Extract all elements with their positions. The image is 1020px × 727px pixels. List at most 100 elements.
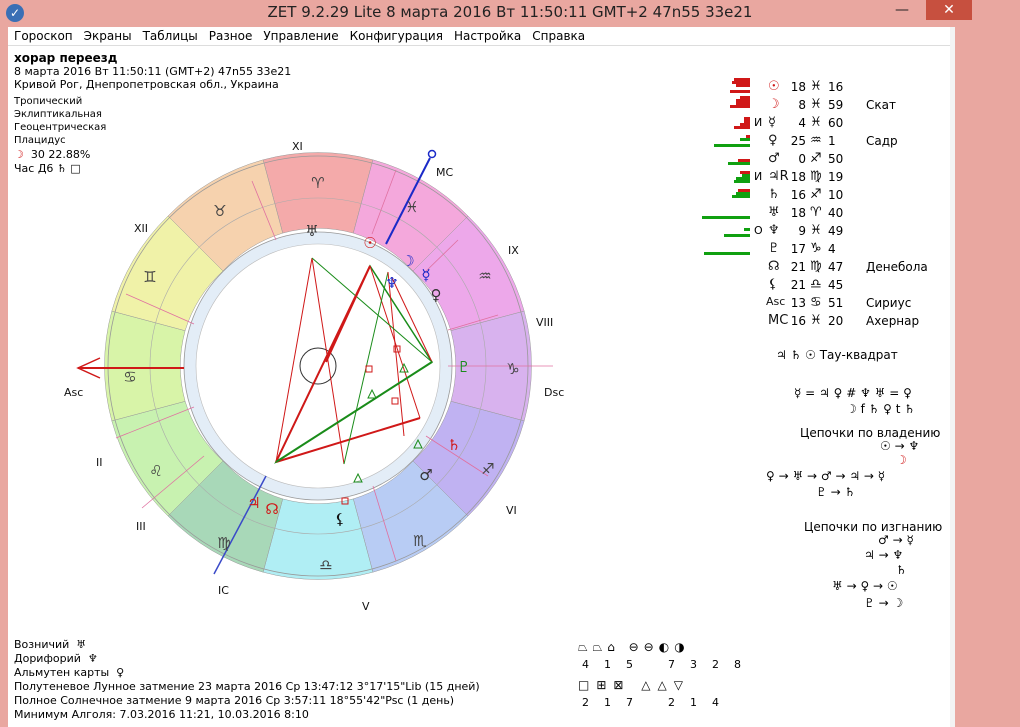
- planet-minute: 19: [828, 170, 844, 184]
- planet-minute: 51: [828, 296, 844, 310]
- strength-bars: [698, 294, 750, 312]
- aspect-icons-row1: ⏢⏢⌂ ⊖⊖◐◑: [578, 640, 690, 654]
- scrollbar[interactable]: [950, 27, 955, 727]
- planet-icon: ♂: [768, 151, 780, 166]
- house-label-vi: VI: [506, 504, 517, 517]
- fixed-star: Садр: [866, 134, 898, 148]
- planet-degree: 18: [790, 206, 806, 220]
- menu-tablitsy[interactable]: Таблицы: [137, 27, 203, 43]
- fixed-star: Денебола: [866, 260, 928, 274]
- exile-chain-1: ♂ → ☿: [878, 533, 914, 547]
- aquarius-glyph-icon: ♒: [478, 267, 491, 285]
- house-label-viii: VIII: [536, 316, 553, 329]
- minimize-button[interactable]: —: [892, 0, 912, 20]
- sign-icon: ♓: [810, 97, 822, 112]
- planet-row[interactable]: ♂ 0 ♐ 50: [698, 150, 948, 168]
- taurus-glyph-icon: ♉: [213, 202, 226, 220]
- count-1-5: 3: [690, 658, 697, 671]
- reception-line-2: ☽ f ♄ ♀ t ♄: [846, 402, 916, 416]
- lilith-wheel-icon: ⚸: [335, 510, 346, 528]
- fixed-star: Скат: [866, 98, 896, 112]
- strength-bars: [698, 186, 750, 204]
- menu-raznoe[interactable]: Разное: [203, 27, 258, 43]
- strength-bars: [698, 114, 750, 132]
- planet-row[interactable]: MC 16 ♓ 20 Ахернар: [698, 312, 948, 330]
- planet-row[interactable]: ☊ 21 ♍ 47 Денебола: [698, 258, 948, 276]
- mercury-wheel-icon: ☿: [421, 266, 430, 284]
- pisces-glyph-icon: ♓: [405, 198, 418, 216]
- sign-icon: ♋: [810, 295, 822, 310]
- asc-label: Asc: [64, 386, 83, 399]
- planet-minute: 60: [828, 116, 844, 130]
- strength-bars: [698, 276, 750, 294]
- strength-bars: [698, 258, 750, 276]
- planet-degree: 0: [798, 152, 806, 166]
- planet-tag: И: [754, 170, 763, 183]
- own-chain-3: ♀ → ♅ → ♂ → ♃ → ☿: [766, 469, 886, 483]
- planet-degree: 21: [790, 278, 806, 292]
- exile-chain-3: ♄: [896, 563, 907, 577]
- planet-minute: 1: [828, 134, 836, 148]
- planet-degree: 17: [790, 242, 806, 256]
- strength-bars: [698, 78, 750, 96]
- planet-degree: 9: [798, 224, 806, 238]
- almuten: Альмутен карты ♀: [14, 666, 125, 679]
- own-chain-2: ☽: [896, 453, 907, 467]
- uranus-wheel-icon: ♅: [305, 222, 318, 240]
- sign-icon: ♐: [810, 151, 822, 166]
- planet-degree: 16: [790, 188, 806, 202]
- close-button[interactable]: ✕: [926, 0, 972, 20]
- lunar-eclipse: Полутеневое Лунное затмение 23 марта 201…: [14, 680, 480, 693]
- planet-row[interactable]: ☽ 8 ♓ 59 Скат: [698, 96, 948, 114]
- planet-icon: ♇: [768, 241, 780, 256]
- venus-wheel-icon: ♀: [431, 286, 442, 304]
- house-label-xi: XI: [292, 140, 303, 153]
- menu-ekrany[interactable]: Экраны: [78, 27, 137, 43]
- planet-row[interactable]: ♀ 25 ♒ 1 Садр: [698, 132, 948, 150]
- menu-bar: Гороскоп Экраны Таблицы Разное Управление Кон…: [8, 27, 950, 46]
- planet-row[interactable]: ♅ 18 ♈ 40: [698, 204, 948, 222]
- strength-bars: [698, 96, 750, 114]
- mc-label: MC: [436, 166, 453, 179]
- reception-line-1: ☿ = ♃ ♀ # ♆ ♅ = ♀: [794, 386, 912, 400]
- planet-row[interactable]: ♄ 16 ♐ 10: [698, 186, 948, 204]
- strength-bars: [698, 222, 750, 240]
- mars-wheel-icon: ♂: [419, 466, 432, 484]
- sign-icon: ♑: [810, 241, 822, 256]
- planet-row[interactable]: ⚸ 21 ♎ 45: [698, 276, 948, 294]
- sign-icon: ♓: [810, 79, 822, 94]
- planet-row[interactable]: О ♆ 9 ♓ 49: [698, 222, 948, 240]
- count-2-6: 4: [712, 696, 719, 709]
- sign-icon: ♓: [810, 223, 822, 238]
- chains-ownership-title: Цепочки по владению: [800, 426, 941, 440]
- menu-goroskop[interactable]: Гороскоп: [8, 27, 78, 43]
- jupiter-wheel-icon: ♃: [247, 494, 260, 512]
- planet-degree: 18: [790, 170, 806, 184]
- count-1-6: 2: [712, 658, 719, 671]
- strength-bars: [698, 168, 750, 186]
- strength-bars: [698, 312, 750, 330]
- house-label-ix: IX: [508, 244, 519, 257]
- horoscope-canvas: хорар переезд 8 марта 2016 Вт 11:50:11 (…: [8, 46, 950, 727]
- planet-minute: 10: [828, 188, 844, 202]
- chains-exile-title: Цепочки по изгнанию: [804, 520, 943, 534]
- menu-upravlenie[interactable]: Управление: [257, 27, 343, 43]
- menu-spravka[interactable]: Справка: [526, 27, 590, 43]
- sun-wheel-icon: ☉: [363, 234, 376, 252]
- menu-nastroyka[interactable]: Настройка: [448, 27, 526, 43]
- planet-minute: 45: [828, 278, 844, 292]
- strength-bars: [698, 132, 750, 150]
- sign-icon: ♓: [810, 115, 822, 130]
- planet-row[interactable]: ☉ 18 ♓ 16: [698, 78, 948, 96]
- planet-row[interactable]: И ☿ 4 ♓ 60: [698, 114, 948, 132]
- planet-row[interactable]: ♇ 17 ♑ 4: [698, 240, 948, 258]
- menu-konfiguratsiya[interactable]: Конфигурация: [344, 27, 448, 43]
- saturn-wheel-icon: ♄: [447, 436, 460, 454]
- planet-row[interactable]: И ♃R 18 ♍ 19: [698, 168, 948, 186]
- natal-wheel[interactable]: ♈ ♓ ♒ ♑ ♐ ♏ ♎ ♍ ♌ ♋ ♊ ♉ ♅ ☉ ☽ ☿ ♆ ♀ ♇ ♄ …: [8, 136, 568, 636]
- zodiac-type: Тропический: [14, 96, 83, 107]
- coord-type: Эклиптикальная: [14, 109, 102, 120]
- planet-tag: О: [754, 224, 763, 237]
- planet-row[interactable]: Asc 13 ♋ 51 Сириус: [698, 294, 948, 312]
- dsc-label: Dsc: [544, 386, 564, 399]
